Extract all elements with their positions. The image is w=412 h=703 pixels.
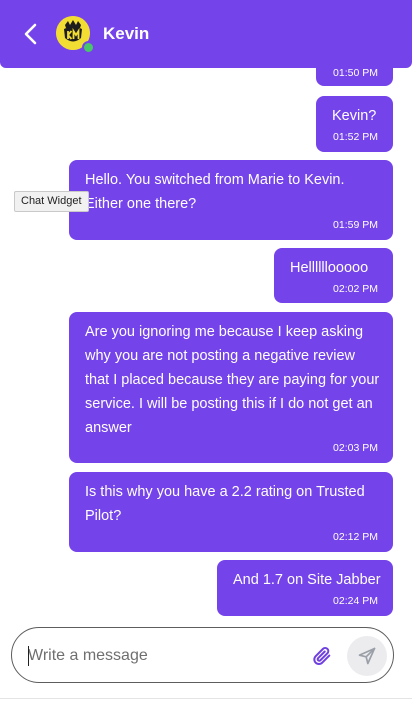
message-time: 01:50 PM — [333, 68, 378, 79]
message-bubble: 01:50 PM — [316, 68, 393, 86]
message-text: Are you ignoring me because I keep askin… — [85, 324, 380, 436]
attach-button[interactable] — [311, 645, 333, 667]
message-bubble: Is this why you have a 2.2 rating on Tru… — [69, 472, 393, 552]
message-time: 02:02 PM — [333, 283, 378, 295]
message-text: Is this why you have a 2.2 rating on Tru… — [85, 484, 365, 524]
message-time: 01:59 PM — [333, 219, 378, 231]
message-time: 02:03 PM — [333, 442, 378, 454]
message-time: 02:12 PM — [333, 531, 378, 543]
message-bubble: Are you ignoring me because I keep askin… — [69, 312, 393, 463]
message-text: Hellllllooooo — [290, 260, 369, 276]
message-text: Kevin? — [332, 108, 377, 124]
message-text: Hello. You switched from Marie to Kevin.… — [85, 172, 345, 212]
paperclip-icon — [313, 646, 331, 666]
back-button[interactable] — [19, 21, 45, 47]
text-cursor — [28, 646, 29, 666]
message-input[interactable] — [28, 644, 298, 668]
divider — [0, 698, 412, 699]
message-bubble: And 1.7 on Site Jabber 02:24 PM — [217, 560, 393, 616]
send-icon — [358, 647, 376, 665]
chat-header: Kevin — [0, 0, 412, 68]
message-list[interactable]: 01:50 PM Kevin? 01:52 PM Hello. You swit… — [0, 68, 412, 620]
message-composer — [11, 627, 394, 683]
message-time: 02:24 PM — [333, 595, 378, 607]
online-status-indicator — [82, 41, 95, 54]
message-time: 01:52 PM — [333, 131, 378, 143]
message-bubble: Hello. You switched from Marie to Kevin.… — [69, 160, 393, 240]
agent-name: Kevin — [103, 24, 150, 43]
message-text: And 1.7 on Site Jabber — [233, 572, 381, 588]
send-button[interactable] — [347, 636, 387, 676]
message-bubble: Kevin? 01:52 PM — [316, 96, 393, 152]
chevron-left-icon — [24, 23, 37, 45]
message-bubble: Hellllllooooo 02:02 PM — [274, 248, 393, 303]
tooltip: Chat Widget — [14, 191, 89, 212]
chat-widget: Kevin 01:50 PM Kevin? 01:52 PM Hello. Yo… — [0, 0, 412, 703]
